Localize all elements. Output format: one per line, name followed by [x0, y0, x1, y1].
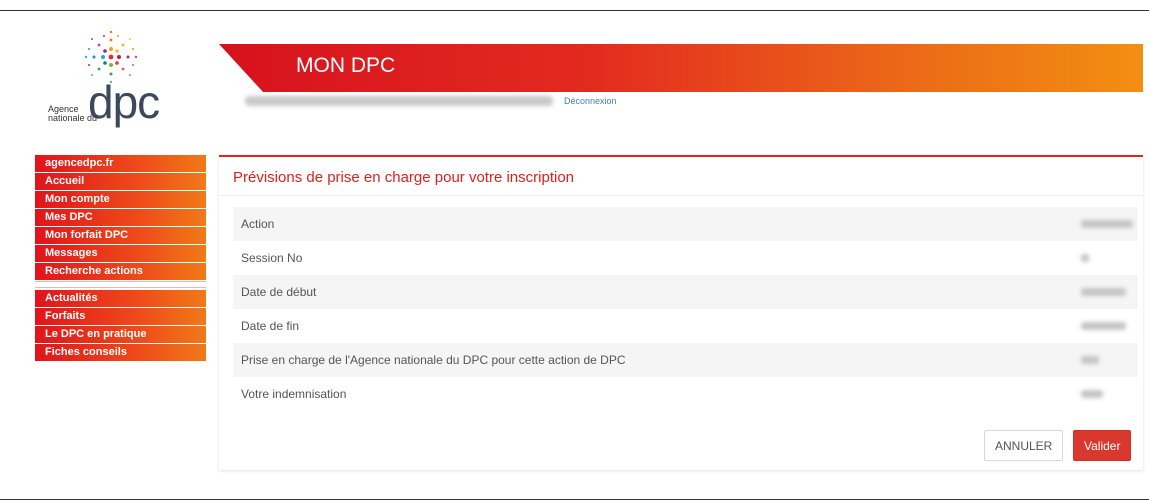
- panel-divider: [219, 195, 1143, 196]
- row-label: Votre indemnisation: [241, 387, 347, 401]
- sidebar-item-fiches-conseils[interactable]: Fiches conseils: [35, 344, 206, 361]
- agence-dpc-logo[interactable]: dpc Agence nationale du: [46, 27, 176, 132]
- row-value-redacted: [1081, 390, 1103, 398]
- row-value-redacted: [1081, 254, 1089, 262]
- panel-title: Prévisions de prise en charge pour votre…: [233, 169, 575, 186]
- sidebar-item-accueil[interactable]: Accueil: [35, 173, 206, 190]
- bottom-border: [0, 499, 1149, 500]
- row-label: Date de début: [241, 285, 317, 299]
- table-row-end-date: Date de fin: [233, 309, 1138, 343]
- sidebar-item-actualites[interactable]: Actualités: [35, 290, 206, 307]
- table-row-start-date: Date de début: [233, 275, 1138, 309]
- cancel-button[interactable]: ANNULER: [984, 430, 1064, 461]
- sidebar-item-recherche-actions[interactable]: Recherche actions: [35, 263, 206, 280]
- top-border: [0, 10, 1149, 11]
- sidebar-item-agencedpc[interactable]: agencedpc.fr: [35, 155, 206, 172]
- logo-wordmark: dpc: [88, 76, 160, 128]
- row-label: Session No: [241, 251, 303, 265]
- header-banner: MON DPC: [219, 44, 1143, 92]
- logo-tagline: Agence nationale du: [48, 105, 97, 123]
- sidebar-item-dpc-en-pratique[interactable]: Le DPC en pratique: [35, 326, 206, 343]
- row-label: Date de fin: [241, 319, 300, 333]
- page-title: MON DPC: [296, 54, 396, 77]
- row-value-redacted: [1081, 356, 1099, 364]
- validate-button[interactable]: Valider: [1073, 430, 1132, 461]
- row-value-redacted: [1081, 322, 1126, 330]
- row-label: Prise en charge de l'Agence nationale du…: [241, 353, 626, 367]
- sidebar-item-mes-dpc[interactable]: Mes DPC: [35, 209, 206, 226]
- sidebar-item-forfaits[interactable]: Forfaits: [35, 308, 206, 325]
- logo-tagline-line2: nationale du: [48, 113, 98, 123]
- sidebar-divider: [35, 281, 206, 288]
- row-value-redacted: [1081, 220, 1133, 228]
- sidebar-item-messages[interactable]: Messages: [35, 245, 206, 262]
- sidebar-item-mon-compte[interactable]: Mon compte: [35, 191, 206, 208]
- table-row-action: Action: [233, 207, 1138, 241]
- user-email-redacted: [245, 96, 553, 106]
- logout-link[interactable]: Déconnexion: [564, 96, 617, 106]
- row-label: Action: [241, 217, 275, 231]
- row-value-redacted: [1081, 288, 1126, 296]
- sidebar-nav: agencedpc.fr Accueil Mon compte Mes DPC …: [35, 155, 206, 362]
- table-row-agency-funding: Prise en charge de l'Agence nationale du…: [233, 343, 1138, 377]
- table-row-session: Session No: [233, 241, 1138, 275]
- sidebar-item-mon-forfait-dpc[interactable]: Mon forfait DPC: [35, 227, 206, 244]
- funding-forecast-panel: Prévisions de prise en charge pour votre…: [219, 155, 1143, 470]
- details-table: Action Session No Date de début Date de …: [233, 207, 1138, 411]
- table-row-indemnisation: Votre indemnisation: [233, 377, 1138, 411]
